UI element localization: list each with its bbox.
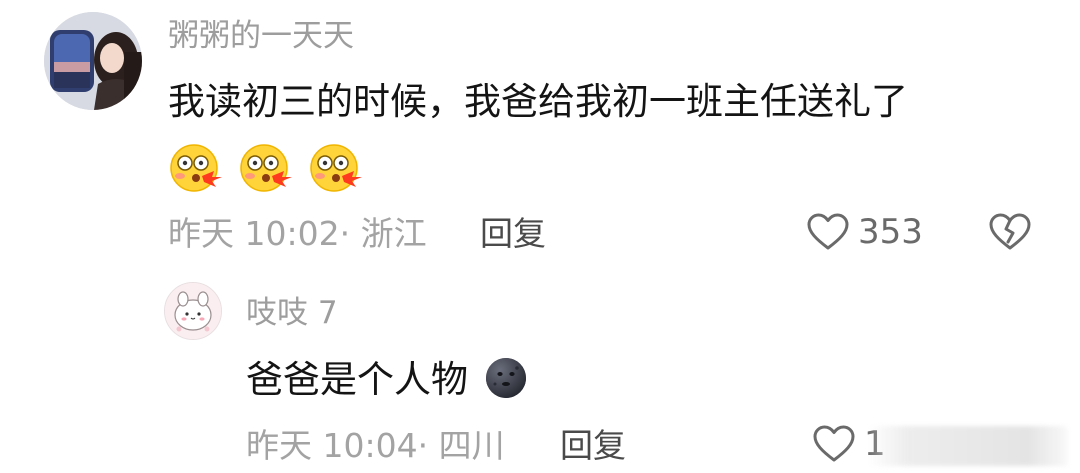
blush-puff-emoji <box>170 144 222 192</box>
reply-button[interactable]: 回复 <box>480 212 546 256</box>
reply-avatar[interactable] <box>164 282 222 340</box>
reply-reply-button[interactable]: 回复 <box>560 424 626 468</box>
comment-text: 我读初三的时候，我爸给我初一班主任送礼了 <box>168 80 908 123</box>
dislike-button[interactable] <box>988 212 1032 256</box>
reply-meta: 昨天 10:04· 四川 <box>246 426 505 465</box>
like-button[interactable]: 353 <box>806 210 923 254</box>
reply-text-content: 爸爸是个人物 <box>246 358 468 401</box>
like-count: 353 <box>858 212 923 252</box>
heart-icon <box>807 213 849 250</box>
comment-meta: 昨天 10:02· 浙江 <box>168 214 427 253</box>
reply-username[interactable]: 吱吱 7 <box>246 293 338 333</box>
blush-puff-emoji <box>310 144 362 192</box>
bunny-avatar-image <box>165 283 221 339</box>
heart-icon <box>813 425 855 462</box>
watermark-blur <box>868 426 1068 466</box>
avatar-photo <box>44 12 142 110</box>
reply-text: 爸爸是个人物 <box>246 356 528 404</box>
broken-heart-icon <box>989 213 1031 250</box>
avatar[interactable] <box>44 12 142 110</box>
emoji-row <box>168 143 368 193</box>
comment-username[interactable]: 粥粥的一天天 <box>168 16 354 56</box>
blush-puff-emoji <box>240 144 292 192</box>
new-moon-face-emoji <box>485 358 526 398</box>
